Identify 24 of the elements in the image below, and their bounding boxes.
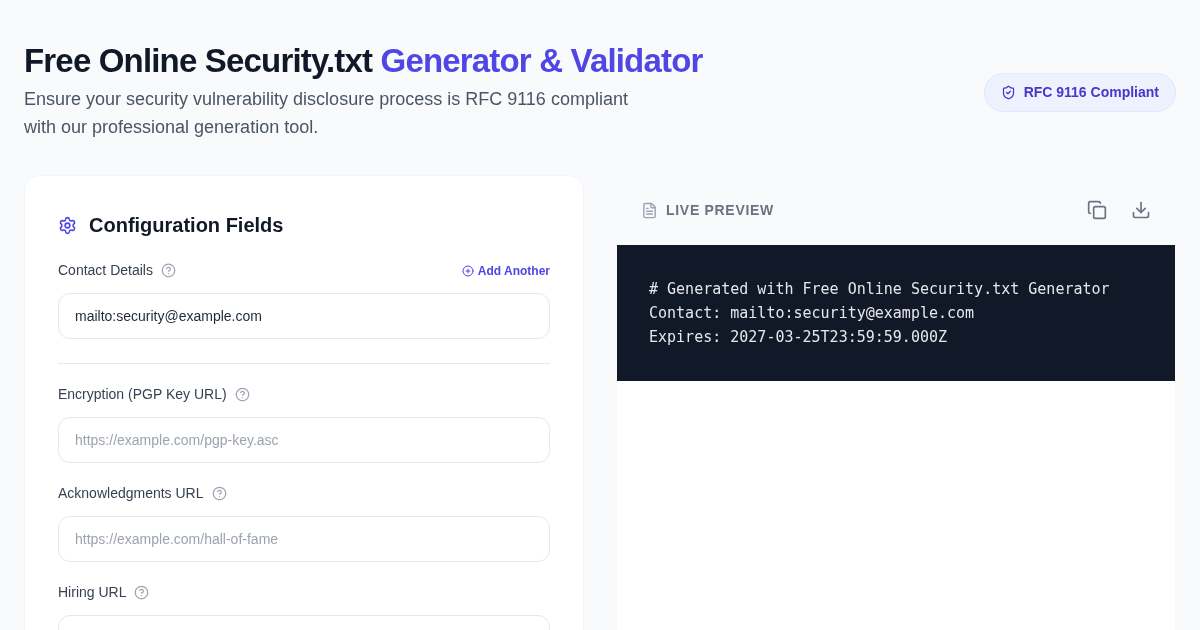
page-subtitle: Ensure your security vulnerability disclosure process is RFC 9116 compliant with our professional generation tool. [24,88,629,140]
page-title: Free Online Security.txt Generator & Validator [24,41,703,81]
section-title: Configuration Fields [89,213,284,239]
help-icon[interactable] [211,486,227,502]
help-icon[interactable] [160,263,176,279]
field-label: Encryption (PGP Key URL) [58,385,227,405]
shield-icon [1000,85,1016,100]
field-label: Acknowledgments URL [58,484,204,504]
code-preview: # Generated with Free Online Security.txt Generator Contact: mailto:security@example.com Expires: 2027-03-25T23:59:59.000Z [617,245,1175,382]
document-icon [641,201,658,219]
preview-title: LIVE PREVIEW [666,200,774,220]
help-icon[interactable] [134,585,150,601]
copy-button[interactable] [1087,200,1107,221]
compliance-badge: RFC 9116 Compliant [983,73,1176,112]
add-another-link[interactable]: Add Another [461,261,550,280]
input-field[interactable]: https://example.com/hall-of-fame [58,516,550,563]
plus-icon [461,264,474,277]
help-icon[interactable] [234,387,250,403]
input-field[interactable]: mailto:security@example.com [58,293,550,340]
field-label: Hiring URL [58,583,127,603]
download-button[interactable] [1131,200,1151,221]
input-field[interactable]: https://example.com/pgp-key.asc [58,417,550,464]
settings-icon [58,215,77,235]
field-label: Contact Details [58,261,153,281]
